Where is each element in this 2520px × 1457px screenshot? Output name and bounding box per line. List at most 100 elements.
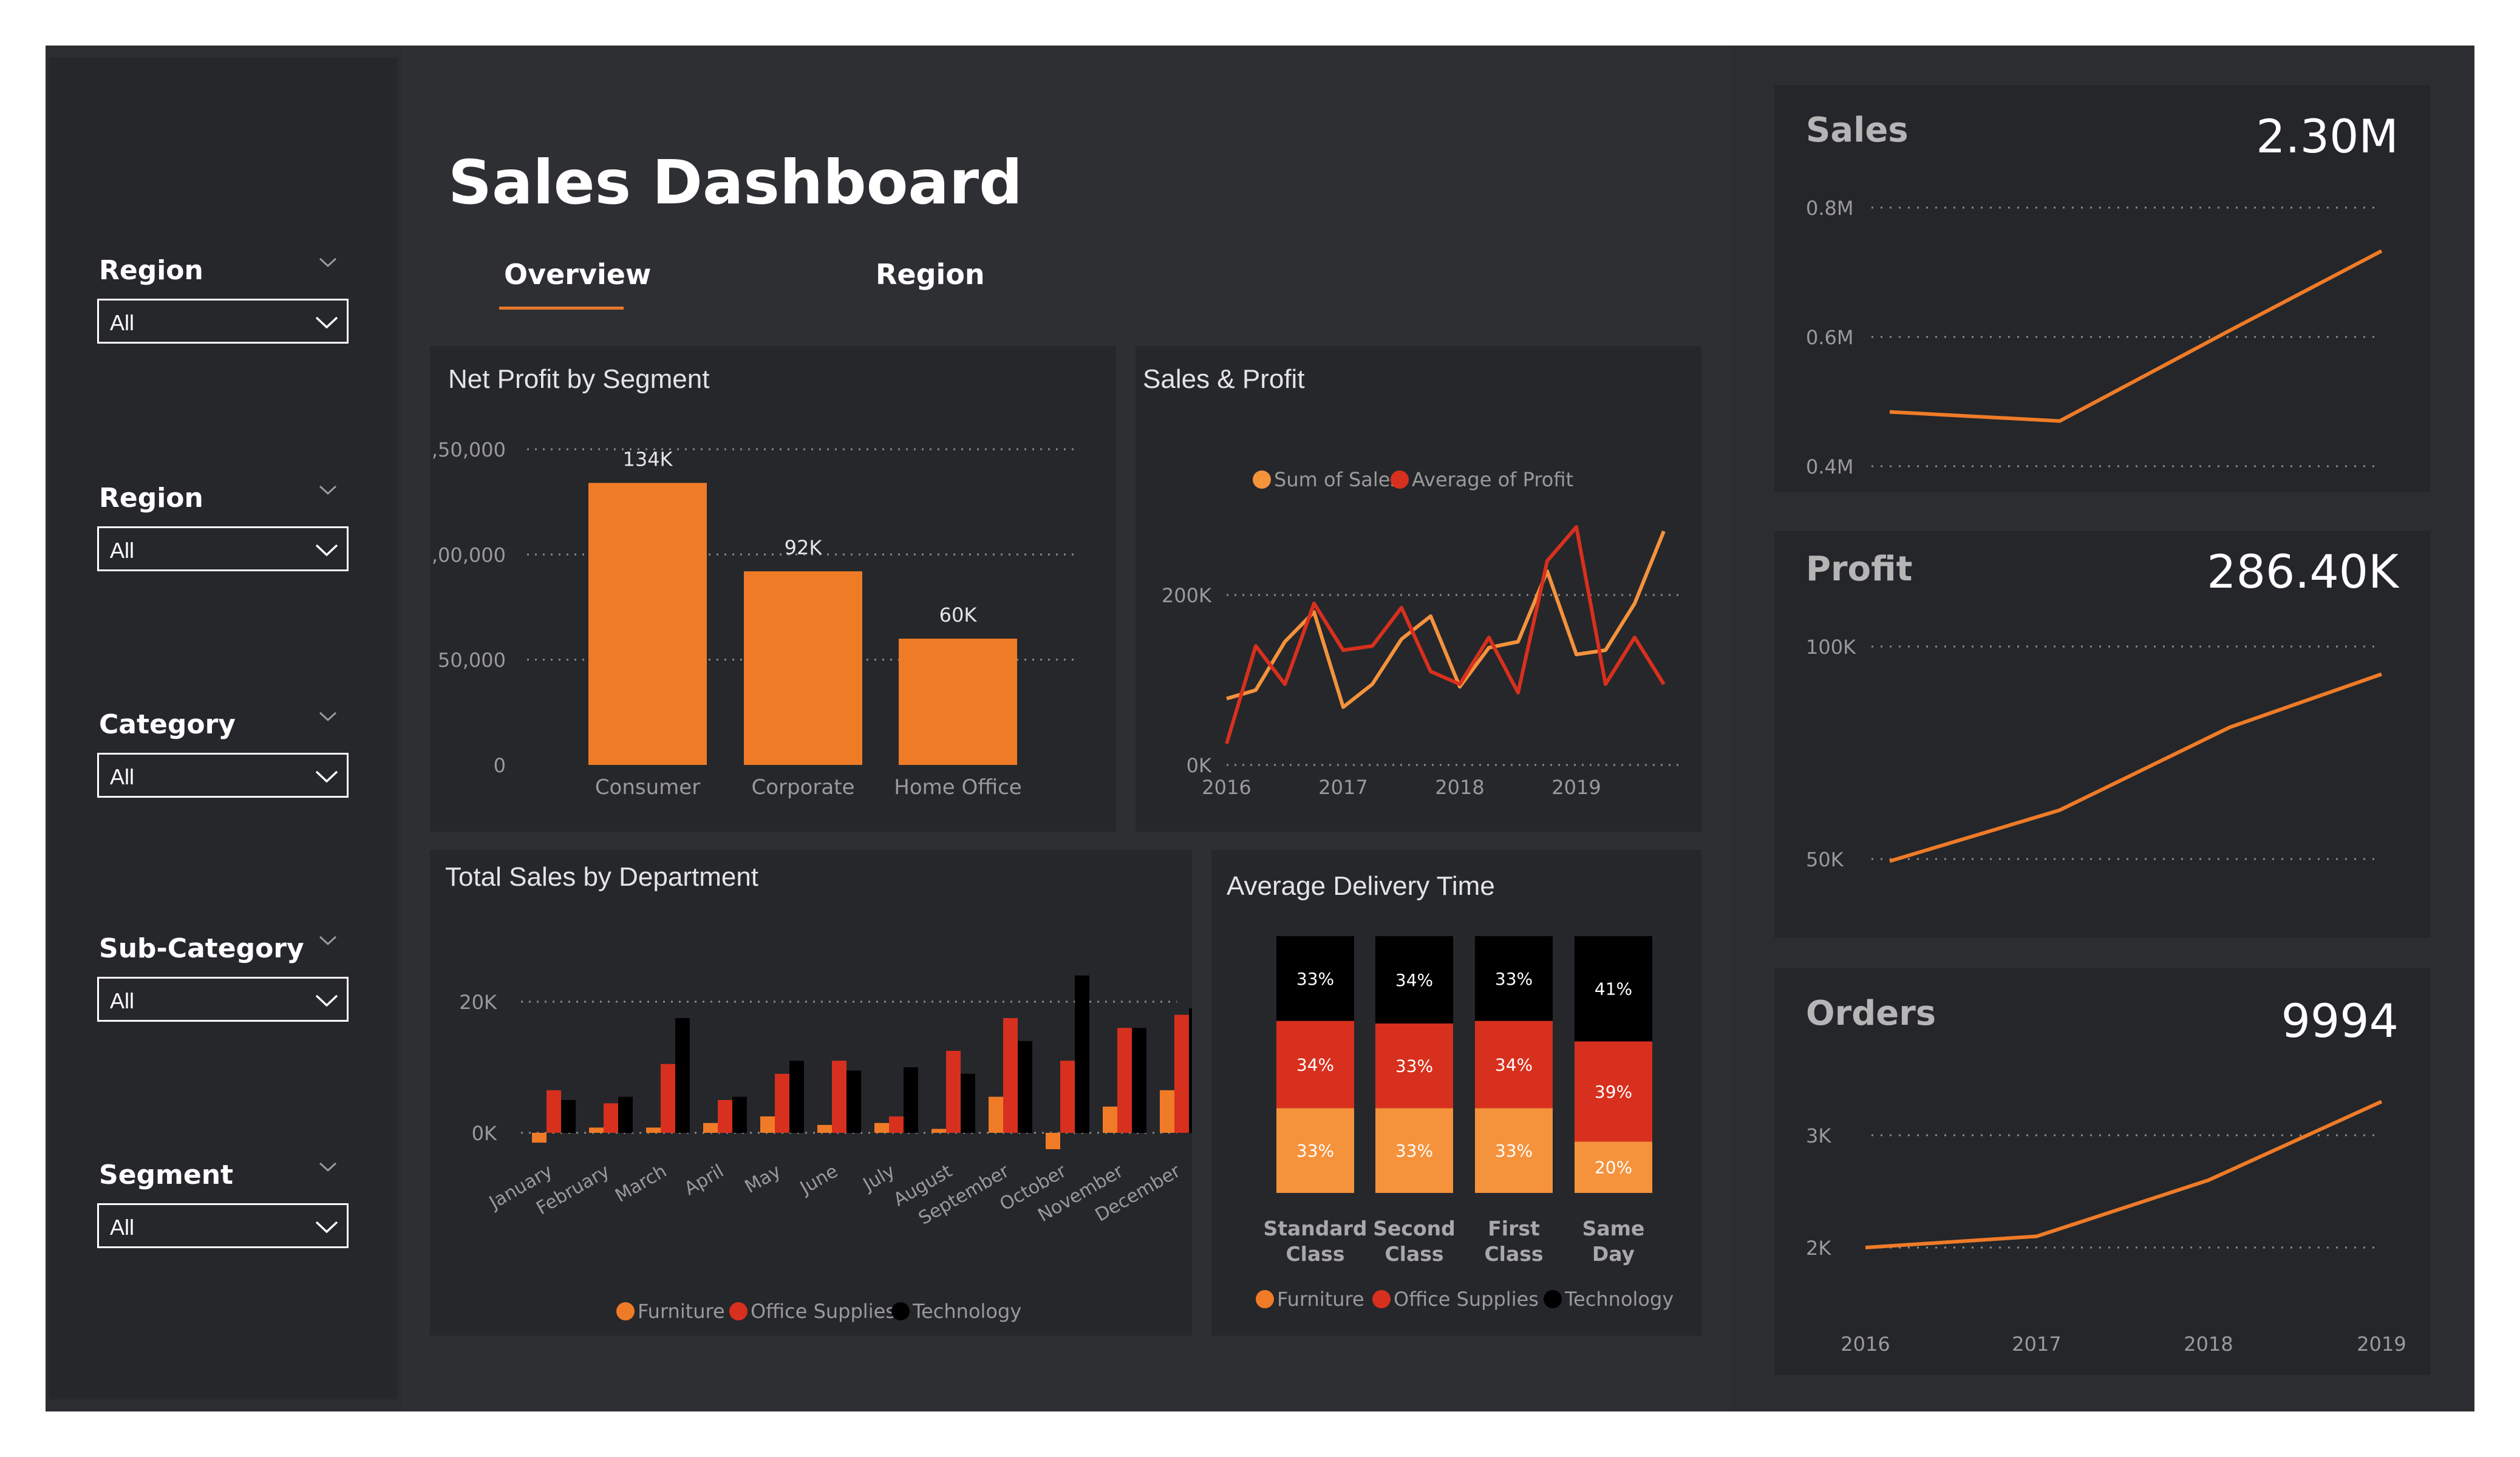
bar[interactable] — [904, 1067, 918, 1133]
bar[interactable] — [1132, 1028, 1146, 1133]
bar[interactable] — [1117, 1028, 1132, 1133]
x-tick-label: June — [795, 1161, 842, 1200]
data-label: 39% — [1595, 1082, 1632, 1102]
filter-label: Segment — [99, 1160, 234, 1190]
filter-dropdown[interactable]: All — [97, 526, 349, 571]
chevron-down-icon — [315, 316, 338, 329]
bar[interactable] — [961, 1073, 975, 1133]
bar[interactable] — [1075, 975, 1089, 1133]
bar[interactable] — [946, 1051, 961, 1133]
bar[interactable] — [889, 1116, 904, 1133]
filter-dropdown[interactable]: All — [97, 753, 349, 798]
x-tick-label: First — [1488, 1217, 1540, 1240]
data-label: 34% — [1296, 1055, 1334, 1075]
x-tick-label: Class — [1384, 1242, 1443, 1266]
bar[interactable] — [618, 1096, 633, 1133]
tab-region[interactable]: Region — [876, 258, 985, 291]
tab-active-underline — [499, 307, 624, 310]
bar[interactable] — [547, 1090, 561, 1133]
bar[interactable] — [661, 1064, 675, 1133]
legend-label: Average of Profit — [1412, 468, 1573, 491]
series-line[interactable] — [1226, 530, 1666, 709]
bar[interactable] — [874, 1122, 889, 1133]
legend-label: Furniture — [1277, 1288, 1364, 1311]
tab-overview[interactable]: Overview — [504, 258, 651, 291]
filter-dropdown[interactable]: All — [97, 977, 349, 1022]
bar[interactable] — [760, 1116, 775, 1133]
bar[interactable] — [989, 1096, 1003, 1133]
chevron-down-icon[interactable] — [313, 478, 343, 502]
bar[interactable] — [561, 1100, 576, 1133]
bar[interactable] — [588, 483, 707, 765]
x-tick-label: 2016 — [1202, 776, 1251, 799]
bar[interactable] — [775, 1073, 789, 1133]
bar[interactable] — [817, 1125, 832, 1133]
data-label: 33% — [1395, 1141, 1433, 1161]
bar[interactable] — [675, 1018, 690, 1133]
y-tick-label: 0.4M — [1806, 455, 1854, 478]
legend-marker — [1256, 1290, 1274, 1308]
chevron-down-icon — [315, 770, 338, 783]
bar[interactable] — [744, 571, 862, 765]
bar[interactable] — [846, 1070, 861, 1133]
y-tick-label: 100K — [1806, 636, 1856, 659]
bar[interactable] — [532, 1133, 547, 1143]
net-profit-chart: 0 50,000 1,00,000 1,50,000 134K Consumer 92K Co… — [430, 438, 1080, 800]
bar[interactable] — [931, 1129, 946, 1133]
chevron-down-icon[interactable] — [313, 928, 343, 953]
series-line[interactable] — [1865, 1099, 2383, 1249]
filter-value: All — [110, 764, 135, 789]
bar[interactable] — [1018, 1041, 1032, 1133]
bar[interactable] — [604, 1103, 618, 1133]
bar[interactable] — [646, 1127, 661, 1133]
chevron-down-icon[interactable] — [313, 704, 343, 728]
series-line[interactable] — [1889, 672, 2382, 863]
legend-marker — [616, 1302, 635, 1320]
kpi-profit-chart: 50K 100K — [1806, 636, 2382, 871]
y-tick-label: 20K — [459, 991, 497, 1014]
filter-dropdown[interactable]: All — [97, 299, 349, 344]
x-tick-label: 2017 — [1318, 776, 1367, 799]
sales-profit-card: Sales & Profit 0K 200K 2016 2017 2018 2019 Sum… — [1136, 346, 1701, 832]
y-tick-label: 200K — [1162, 584, 1212, 607]
bar[interactable] — [1103, 1106, 1117, 1133]
filter-dropdown[interactable]: All — [97, 1203, 349, 1248]
x-tick-label: May — [741, 1161, 785, 1198]
kpi-orders-chart: 2K 3K 2016 2017 2018 2019 — [1806, 1099, 2406, 1356]
y-tick-label: 0.6M — [1806, 326, 1854, 349]
chevron-down-icon[interactable] — [313, 1155, 343, 1179]
x-tick-label: April — [681, 1161, 727, 1200]
bar[interactable] — [589, 1127, 604, 1133]
chevron-down-icon — [315, 1221, 338, 1234]
filter-value: All — [110, 1215, 135, 1240]
page-title: Sales Dashboard — [448, 147, 1023, 218]
series-line[interactable] — [1889, 249, 2383, 423]
bar[interactable] — [732, 1096, 747, 1133]
legend-label: Technology — [1564, 1288, 1674, 1311]
x-tick-label: Class — [1286, 1242, 1344, 1266]
bar[interactable] — [1060, 1061, 1075, 1133]
legend-label: Furniture — [638, 1300, 725, 1323]
y-tick-label: 0K — [1187, 754, 1212, 777]
data-label: 60K — [939, 603, 978, 627]
filter-value: All — [110, 538, 135, 563]
data-label: 20% — [1595, 1158, 1632, 1178]
bar[interactable] — [1003, 1018, 1018, 1133]
chevron-down-icon[interactable] — [313, 250, 343, 274]
bar[interactable] — [703, 1122, 718, 1133]
y-tick-label: 3K — [1806, 1124, 1831, 1147]
bar[interactable] — [832, 1061, 846, 1133]
bar[interactable] — [899, 639, 1017, 765]
bar[interactable] — [789, 1061, 804, 1133]
x-tick-label: 2018 — [2184, 1333, 2233, 1356]
bar[interactable] — [718, 1100, 732, 1133]
data-label: 33% — [1495, 1141, 1533, 1161]
filter-value: All — [110, 988, 135, 1013]
bar[interactable] — [1174, 1014, 1189, 1133]
data-label: 134K — [622, 447, 673, 470]
bar[interactable] — [1160, 1090, 1174, 1133]
bar[interactable] — [1189, 1008, 1192, 1133]
bar[interactable] — [1046, 1133, 1060, 1149]
x-tick-label: Consumer — [595, 775, 700, 800]
y-tick-label: 2K — [1806, 1237, 1831, 1260]
